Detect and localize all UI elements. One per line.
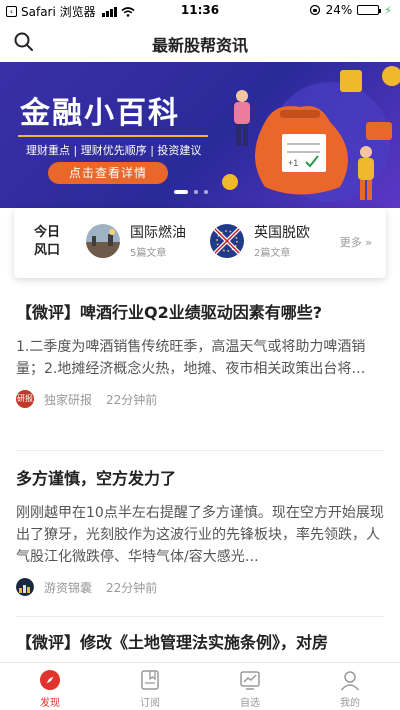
carousel-dot[interactable] bbox=[174, 190, 188, 194]
divider bbox=[16, 450, 384, 451]
article-title[interactable]: 【微评】修改《土地管理法实施条例》，对房 bbox=[16, 632, 384, 654]
compass-icon bbox=[40, 670, 60, 690]
rotation-lock-icon bbox=[309, 4, 320, 16]
svg-text:+1: +1 bbox=[288, 158, 298, 168]
status-right: 24% ⚡ bbox=[309, 3, 392, 17]
article-meta: 研报 独家研报 22分钟前 bbox=[16, 390, 384, 408]
article-time: 22分钟前 bbox=[106, 392, 158, 407]
topic-oil-thumbnail bbox=[86, 223, 120, 258]
article-title[interactable]: 【微评】啤酒行业Q2业绩驱动因素有哪些? bbox=[16, 302, 384, 324]
article-source: 独家研报 bbox=[44, 392, 93, 407]
topic-brexit-thumbnail bbox=[210, 223, 244, 258]
source-avatar: 研报 bbox=[16, 390, 34, 408]
page-title: 最新股帮资讯 bbox=[151, 36, 248, 55]
more-topics-link[interactable]: 更多 » bbox=[340, 234, 372, 250]
tab-watchlist[interactable]: 自选 bbox=[200, 663, 300, 710]
battery-percent: 24% bbox=[325, 3, 353, 17]
article-title[interactable]: 多方谨慎，空方发力了 bbox=[16, 468, 384, 490]
topic-count: 2篇文章 bbox=[254, 248, 291, 259]
charging-icon: ⚡ bbox=[384, 3, 392, 17]
tab-discover[interactable]: 发现 bbox=[0, 663, 100, 710]
tab-profile[interactable]: 我的 bbox=[300, 663, 400, 710]
today-line1: 今日 bbox=[34, 225, 61, 240]
promo-banner[interactable]: +1 金融小百科 理财重点 | 理财优先顺序 | 投资建议 点击查看详情 bbox=[0, 62, 400, 208]
banner-underline bbox=[18, 135, 208, 137]
topic-item-oil[interactable]: 国际燃油 5篇文章 bbox=[86, 222, 186, 259]
banner-title: 金融小百科 bbox=[20, 96, 180, 131]
hot-topics-card: 今日 风口 国际燃油 5篇文章 英国脱欧 2篇文章 更多 » bbox=[14, 208, 386, 278]
source-avatar bbox=[16, 578, 34, 596]
tab-label: 自选 bbox=[240, 698, 260, 709]
article-source: 游资锦囊 bbox=[44, 580, 93, 595]
carousel-dot[interactable] bbox=[204, 190, 208, 194]
profile-icon bbox=[340, 671, 360, 691]
article-item[interactable]: 【微评】啤酒行业Q2业绩驱动因素有哪些? 1.二季度为啤酒销售传统旺季，高温天气… bbox=[16, 302, 384, 408]
article-summary: 刚刚越甲在10点半左右提醒了多方谨慎。现在空方开始展现出了獠牙，光刻胶作为这波行… bbox=[16, 505, 384, 565]
tab-label: 订阅 bbox=[140, 698, 160, 709]
status-bar: ‹ Safari 浏览器 11:36 24% ⚡ bbox=[0, 0, 400, 20]
subscribe-icon bbox=[141, 670, 159, 690]
chart-icon bbox=[240, 671, 260, 690]
bottom-tab-bar: 发现 订阅 自选 我的 bbox=[0, 662, 400, 710]
today-line2: 风口 bbox=[34, 243, 61, 258]
tab-subscribe[interactable]: 订阅 bbox=[100, 663, 200, 710]
topic-item-brexit[interactable]: 英国脱欧 2篇文章 bbox=[210, 222, 310, 259]
article-item[interactable]: 【微评】修改《土地管理法实施条例》，对房 bbox=[16, 632, 384, 654]
banner-detail-button[interactable]: 点击查看详情 bbox=[48, 162, 168, 184]
article-summary: 1.二季度为啤酒销售传统旺季，高温天气或将助力啤酒销量；2.地摊经济概念火热，地… bbox=[16, 339, 366, 377]
today-label: 今日 风口 bbox=[34, 224, 62, 260]
carousel-indicator bbox=[174, 190, 208, 194]
carousel-dot[interactable] bbox=[194, 190, 198, 194]
article-item[interactable]: 多方谨慎，空方发力了 刚刚越甲在10点半左右提醒了多方谨慎。现在空方开始展现出了… bbox=[16, 468, 384, 596]
banner-subtitle: 理财重点 | 理财优先顺序 | 投资建议 bbox=[26, 144, 202, 157]
topic-count: 5篇文章 bbox=[130, 248, 167, 259]
article-meta: 游资锦囊 22分钟前 bbox=[16, 578, 384, 596]
battery-icon bbox=[357, 5, 382, 15]
divider bbox=[16, 616, 384, 617]
tab-label: 发现 bbox=[40, 698, 60, 709]
topic-name: 英国脱欧 bbox=[254, 225, 310, 241]
tab-label: 我的 bbox=[340, 698, 360, 709]
topic-name: 国际燃油 bbox=[130, 225, 186, 241]
nav-bar: 最新股帮资讯 bbox=[0, 20, 400, 64]
article-time: 22分钟前 bbox=[106, 580, 158, 595]
